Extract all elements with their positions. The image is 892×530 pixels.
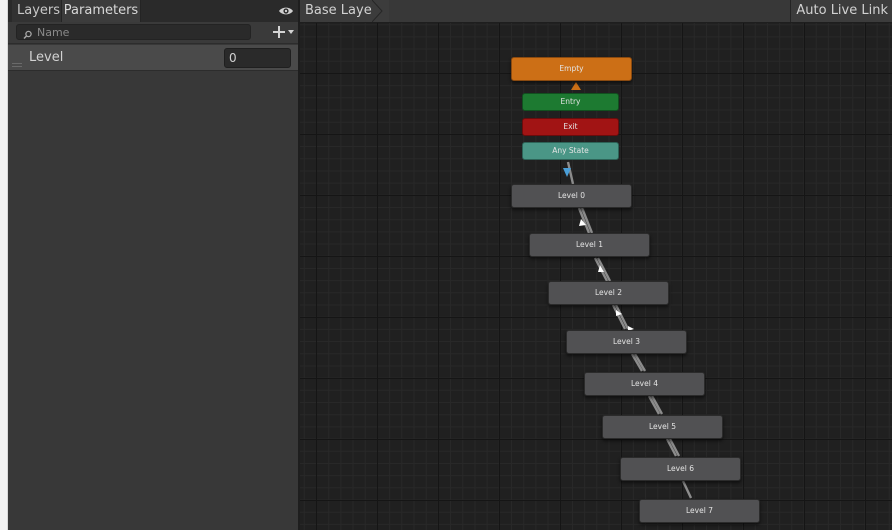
state-level-3[interactable]: Level 3 xyxy=(566,330,687,354)
parameter-name: Level xyxy=(29,50,64,65)
eye-icon[interactable] xyxy=(278,3,294,17)
animator-graph[interactable]: Empty Entry Exit Any State Level 0 Level… xyxy=(300,0,892,530)
state-level-0[interactable]: Level 0 xyxy=(511,184,632,208)
state-level-7[interactable]: Level 7 xyxy=(639,499,760,523)
parameter-row[interactable]: Level xyxy=(8,45,298,71)
auto-live-link-button[interactable]: Auto Live Link xyxy=(790,0,892,22)
state-entry[interactable]: Entry xyxy=(522,93,619,111)
state-level-4[interactable]: Level 4 xyxy=(584,372,705,396)
chevron-down-icon xyxy=(288,30,294,34)
state-level-6[interactable]: Level 6 xyxy=(620,457,741,481)
state-empty[interactable]: Empty xyxy=(511,57,632,81)
state-level-2[interactable]: Level 2 xyxy=(548,281,669,305)
drag-handle-icon[interactable] xyxy=(12,54,22,67)
plus-icon xyxy=(273,26,285,38)
panel-tabs: Layers Parameters xyxy=(8,0,298,23)
add-parameter-button[interactable] xyxy=(270,24,296,40)
parameter-search-row xyxy=(8,22,298,44)
state-any-state[interactable]: Any State xyxy=(522,142,619,160)
parameters-panel: Layers Parameters Name Level 0 xyxy=(8,0,298,530)
state-exit[interactable]: Exit xyxy=(522,118,619,136)
search-input[interactable] xyxy=(37,25,242,39)
editor-left-edge xyxy=(0,0,8,530)
tab-parameters[interactable]: Parameters xyxy=(61,0,141,22)
chevron-right-icon xyxy=(371,0,384,23)
search-icon xyxy=(22,26,34,40)
state-level-1[interactable]: Level 1 xyxy=(529,233,650,257)
transition-level6-to-level7 xyxy=(681,480,693,499)
state-level-5[interactable]: Level 5 xyxy=(602,415,723,439)
parameter-value-field[interactable] xyxy=(224,48,291,68)
graph-toolbar: Base Layer Auto Live Link xyxy=(300,0,892,23)
default-transition-arrowhead xyxy=(571,82,581,90)
search-field[interactable] xyxy=(16,24,251,40)
tab-layers[interactable]: Layers xyxy=(12,0,66,22)
